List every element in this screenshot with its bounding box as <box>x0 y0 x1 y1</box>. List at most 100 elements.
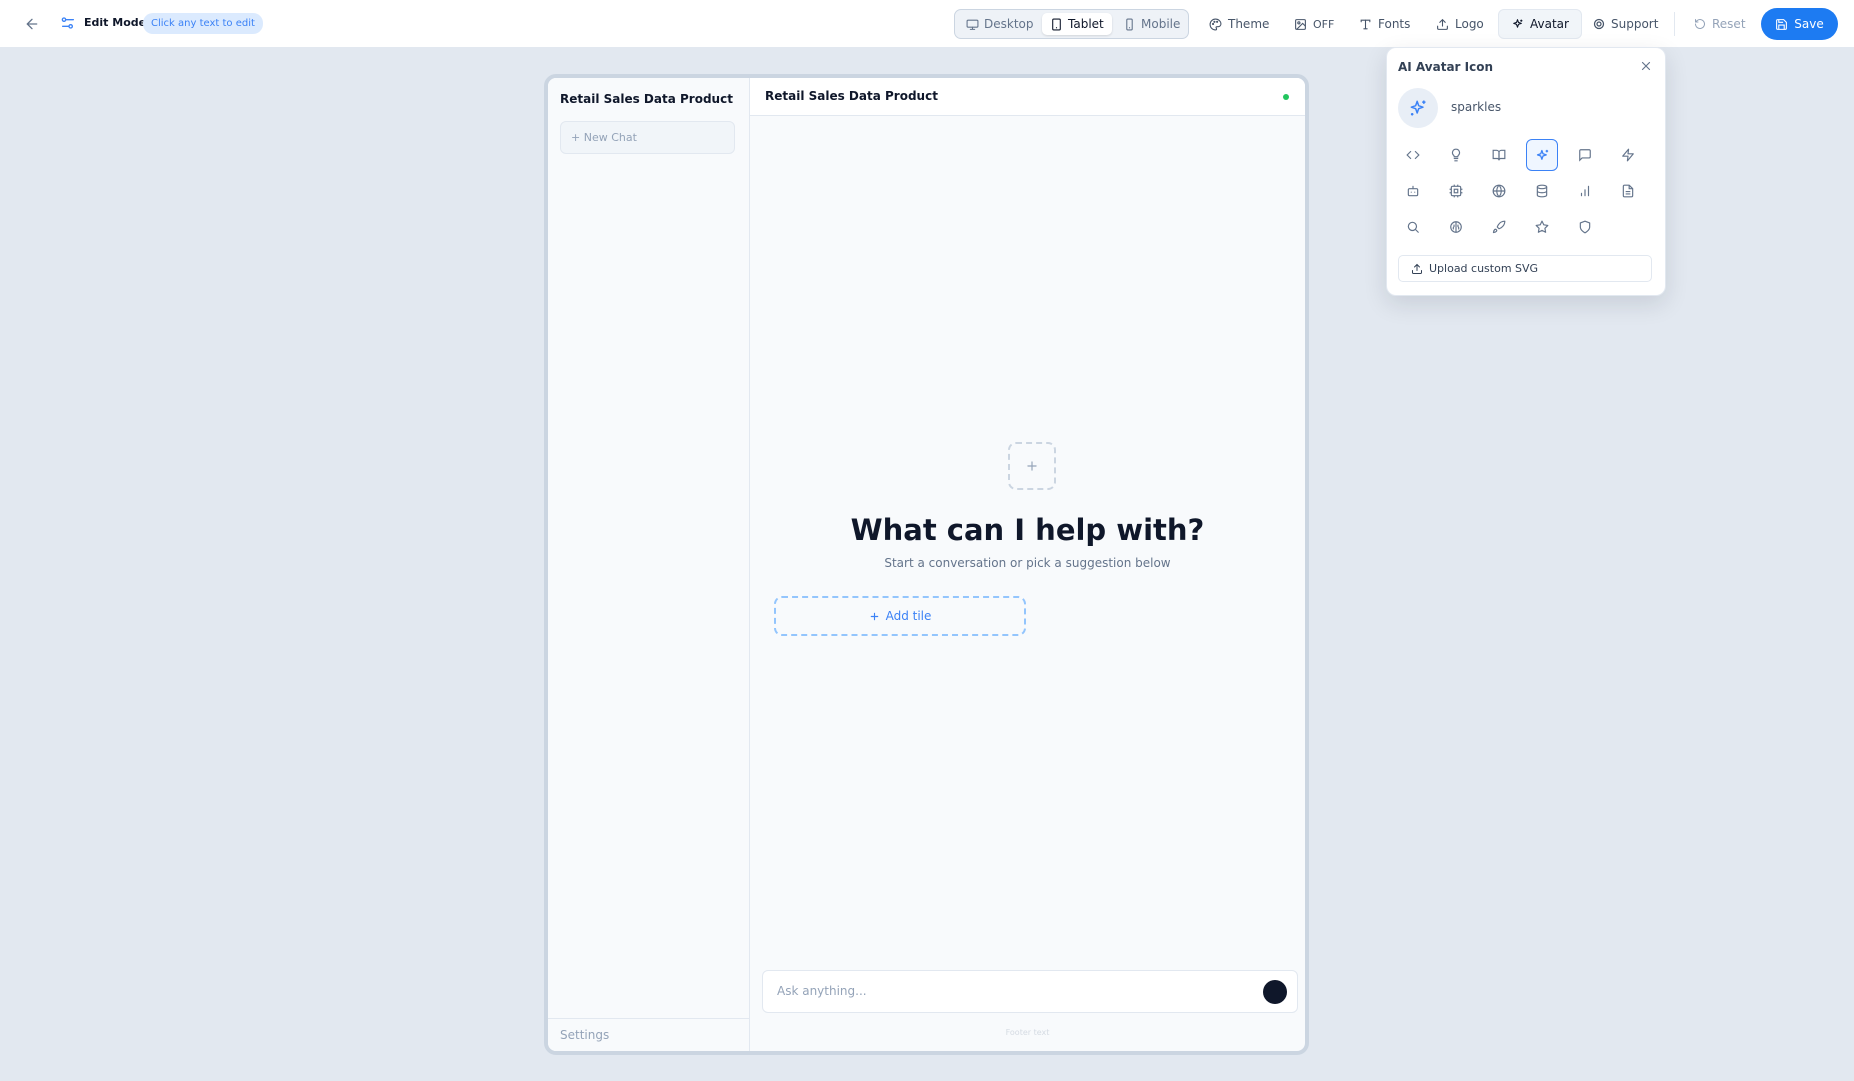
brain-icon <box>1449 220 1463 234</box>
theme-label: Theme <box>1228 17 1270 31</box>
close-icon <box>1639 59 1655 73</box>
plus-icon <box>869 611 880 622</box>
avatar-option-code[interactable] <box>1397 139 1429 171</box>
arrow-left-icon <box>24 16 40 32</box>
support-label: Support <box>1611 17 1659 31</box>
device-switcher: Desktop Tablet Mobile <box>954 9 1189 39</box>
search-icon <box>1406 220 1420 234</box>
fonts-label: Fonts <box>1378 17 1411 31</box>
plus-icon <box>1025 459 1039 473</box>
lifebuoy-icon <box>1593 18 1605 30</box>
avatar-option-sparkles[interactable] <box>1526 139 1558 171</box>
chat-input[interactable] <box>777 984 1217 998</box>
upload-icon <box>1411 263 1423 275</box>
logo-button[interactable]: Logo <box>1430 12 1490 36</box>
avatar-option-shield[interactable] <box>1569 211 1601 243</box>
popover-title: AI Avatar Icon <box>1398 60 1494 74</box>
avatar-option-bar-chart[interactable] <box>1569 175 1601 207</box>
avatar-option-bot[interactable] <box>1397 175 1429 207</box>
palette-icon <box>1209 18 1222 31</box>
sparkles-icon <box>1408 98 1428 118</box>
save-label: Save <box>1794 17 1824 31</box>
avatar-button[interactable]: Avatar <box>1498 9 1582 39</box>
save-button[interactable]: Save <box>1761 8 1838 40</box>
device-tablet-button[interactable]: Tablet <box>1042 13 1112 35</box>
upload-custom-svg-label: Upload custom SVG <box>1429 262 1539 275</box>
welcome-subline[interactable]: Start a conversation or pick a suggestio… <box>750 556 1305 570</box>
message-square-icon <box>1578 148 1592 162</box>
logo-placeholder[interactable] <box>1008 442 1056 490</box>
new-chat-button[interactable]: + New Chat <box>560 121 735 154</box>
support-button[interactable]: Support <box>1587 12 1664 36</box>
close-button[interactable] <box>1639 59 1655 75</box>
footer-text[interactable]: Footer text <box>750 1028 1305 1037</box>
selected-icon-name: sparkles <box>1451 100 1502 114</box>
fonts-button[interactable]: Fonts <box>1353 12 1416 36</box>
tablet-icon <box>1050 18 1063 31</box>
reset-button[interactable]: Reset <box>1688 12 1752 36</box>
image-toggle-label: OFF <box>1313 17 1335 31</box>
toolbar-divider <box>1674 12 1675 36</box>
avatar-option-brain[interactable] <box>1440 211 1472 243</box>
file-text-icon <box>1621 184 1635 198</box>
edit-hint-badge: Click any text to edit <box>143 13 263 34</box>
upload-custom-svg-button[interactable]: Upload custom SVG <box>1398 255 1652 282</box>
device-mobile-label: Mobile <box>1141 17 1181 31</box>
database-icon <box>1535 184 1549 198</box>
chat-header: Retail Sales Data Product <box>750 78 1305 116</box>
avatar-option-search[interactable] <box>1397 211 1429 243</box>
lightbulb-icon <box>1449 148 1463 162</box>
avatar-icon-popover: AI Avatar Icon sparkles Upload custom SV… <box>1386 47 1666 296</box>
avatar-option-cpu[interactable] <box>1440 175 1472 207</box>
avatar-option-zap[interactable] <box>1612 139 1644 171</box>
device-desktop-button[interactable]: Desktop <box>958 13 1042 35</box>
image-icon <box>1294 18 1307 31</box>
rotate-ccw-icon <box>1694 18 1706 30</box>
image-toggle-button[interactable]: OFF <box>1288 12 1340 36</box>
sparkles-icon <box>1511 18 1524 31</box>
avatar-option-book[interactable] <box>1483 139 1515 171</box>
zap-icon <box>1621 148 1635 162</box>
top-toolbar: Edit Mode Click any text to edit Desktop… <box>0 0 1854 48</box>
device-desktop-label: Desktop <box>984 17 1034 31</box>
type-icon <box>1359 18 1372 31</box>
tablet-preview-frame: Retail Sales Data Product + New Chat Set… <box>544 74 1309 1055</box>
add-tile-label: Add tile <box>885 609 932 623</box>
send-button[interactable] <box>1263 980 1287 1004</box>
save-icon <box>1775 18 1788 31</box>
sparkles-icon <box>1535 148 1550 163</box>
bar-chart-icon <box>1578 184 1592 198</box>
avatar-option-rocket[interactable] <box>1483 211 1515 243</box>
chat-header-title[interactable]: Retail Sales Data Product <box>765 89 938 103</box>
welcome-headline[interactable]: What can I help with? <box>750 513 1305 547</box>
globe-icon <box>1492 184 1506 198</box>
device-tablet-label: Tablet <box>1068 17 1104 31</box>
upload-icon <box>1436 18 1449 31</box>
back-button[interactable] <box>18 12 46 36</box>
avatar-option-message[interactable] <box>1569 139 1601 171</box>
theme-button[interactable]: Theme <box>1203 12 1275 36</box>
avatar-label: Avatar <box>1530 17 1569 31</box>
book-icon <box>1492 148 1506 162</box>
avatar-option-star[interactable] <box>1526 211 1558 243</box>
shield-icon <box>1578 220 1592 234</box>
code-icon <box>1406 148 1420 162</box>
settings-link[interactable]: Settings <box>548 1018 749 1051</box>
cpu-icon <box>1449 184 1463 198</box>
chat-main: Retail Sales Data Product What can I hel… <box>750 78 1305 1051</box>
avatar-preview <box>1398 88 1438 128</box>
bot-icon <box>1406 184 1420 198</box>
avatar-option-globe[interactable] <box>1483 175 1515 207</box>
device-mobile-button[interactable]: Mobile <box>1115 13 1188 35</box>
star-icon <box>1535 220 1549 234</box>
reset-label: Reset <box>1712 17 1746 31</box>
avatar-option-lightbulb[interactable] <box>1440 139 1472 171</box>
chat-sidebar: Retail Sales Data Product + New Chat Set… <box>548 78 750 1051</box>
online-status-dot <box>1283 94 1289 100</box>
edit-mode-label: Edit Mode <box>84 16 147 29</box>
chat-composer <box>762 970 1298 1013</box>
sidebar-title[interactable]: Retail Sales Data Product <box>560 92 733 106</box>
avatar-option-file-text[interactable] <box>1612 175 1644 207</box>
avatar-option-database[interactable] <box>1526 175 1558 207</box>
add-tile-button[interactable]: Add tile <box>774 596 1026 636</box>
